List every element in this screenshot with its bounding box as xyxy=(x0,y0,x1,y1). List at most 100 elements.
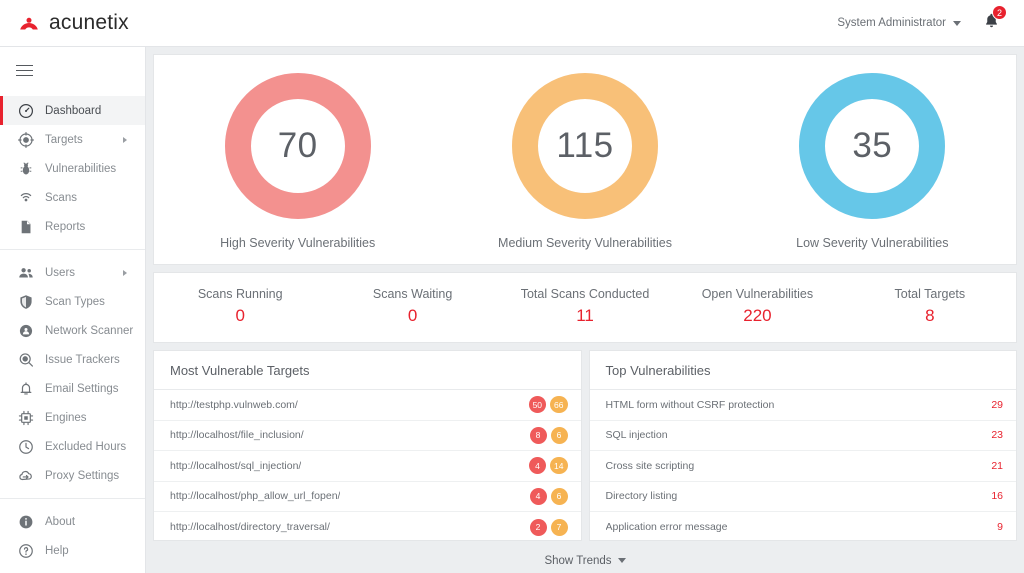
vulnerability-name: HTML form without CSRF protection xyxy=(606,399,775,411)
chevron-right-icon xyxy=(123,270,127,276)
chip-icon xyxy=(17,409,34,426)
stat-total-targets: Total Targets 8 xyxy=(844,287,1016,326)
sidebar-item-targets[interactable]: Targets xyxy=(0,125,145,154)
show-trends-button[interactable]: Show Trends xyxy=(153,548,1017,573)
stat-label: Scans Waiting xyxy=(373,287,452,301)
brand-logo[interactable]: acunetix xyxy=(18,10,129,37)
severity-badges: 2 7 xyxy=(520,519,568,536)
sidebar-item-vulnerabilities[interactable]: Vulnerabilities xyxy=(0,154,145,183)
hamburger-menu-icon[interactable] xyxy=(0,53,145,88)
donut-value: 70 xyxy=(225,73,371,219)
sidebar-item-label: Help xyxy=(45,545,69,557)
page-body: Dashboard Targets Vulnerabilities Scans Repo… xyxy=(0,47,1024,573)
sidebar-item-label: Targets xyxy=(45,134,83,146)
medium-severity-badge: 14 xyxy=(550,457,567,474)
radar-icon xyxy=(17,189,34,206)
sidebar-item-label: Scans xyxy=(45,192,77,204)
users-icon xyxy=(17,264,34,281)
vulnerability-row[interactable]: Directory listing 16 xyxy=(590,482,1017,513)
sidebar-item-label: Excluded Hours xyxy=(45,441,126,453)
sidebar-item-label: Vulnerabilities xyxy=(45,163,116,175)
donut-value: 115 xyxy=(512,73,658,219)
top-header: acunetix System Administrator 2 xyxy=(0,0,1024,47)
sidebar-item-issue-trackers[interactable]: Issue Trackers xyxy=(0,345,145,374)
sidebar-item-help[interactable]: Help xyxy=(0,536,145,565)
bottom-panels: Most Vulnerable Targets http://testphp.v… xyxy=(153,350,1017,541)
stat-label: Scans Running xyxy=(198,287,283,301)
target-row[interactable]: http://localhost/file_inclusion/ 8 6 xyxy=(154,421,581,452)
stat-value: 11 xyxy=(576,306,594,326)
sidebar-nav-group: UsersScan Types Network Scanner Issue Trac… xyxy=(0,249,145,498)
donut-label: Low Severity Vulnerabilities xyxy=(796,236,948,250)
severity-badges: 4 6 xyxy=(520,488,568,505)
high-severity-badge: 4 xyxy=(529,457,546,474)
bell-outline-icon xyxy=(17,380,34,397)
medium-severity-badge: 6 xyxy=(551,427,568,444)
donut-value: 35 xyxy=(799,73,945,219)
vulnerability-count: 29 xyxy=(991,399,1003,411)
vulnerability-count: 16 xyxy=(991,490,1003,502)
target-url: http://testphp.vulnweb.com/ xyxy=(170,399,298,411)
shield-icon xyxy=(17,293,34,310)
most-vulnerable-targets-panel: Most Vulnerable Targets http://testphp.v… xyxy=(153,350,582,541)
medium-severity-badge: 7 xyxy=(551,519,568,536)
vulnerability-row[interactable]: SQL injection 23 xyxy=(590,421,1017,452)
donut-label: Medium Severity Vulnerabilities xyxy=(498,236,672,250)
vulnerability-name: SQL injection xyxy=(606,429,668,441)
sidebar-item-users[interactable]: Users xyxy=(0,258,145,287)
sidebar-item-scans[interactable]: Scans xyxy=(0,183,145,212)
sidebar-item-label: Network Scanner xyxy=(45,325,133,337)
stat-value: 220 xyxy=(743,306,771,326)
show-trends-label: Show Trends xyxy=(544,555,611,567)
sidebar-item-dashboard[interactable]: Dashboard xyxy=(0,96,145,125)
user-menu[interactable]: System Administrator xyxy=(837,17,961,29)
top-vulnerabilities-panel: Top Vulnerabilities HTML form without CS… xyxy=(589,350,1018,541)
target-row[interactable]: http://localhost/directory_traversal/ 2 … xyxy=(154,512,581,543)
sidebar-item-email-settings[interactable]: Email Settings xyxy=(0,374,145,403)
sidebar: Dashboard Targets Vulnerabilities Scans Repo… xyxy=(0,47,146,573)
bug-icon xyxy=(17,160,34,177)
targets-list: http://testphp.vulnweb.com/ 50 66 http:/… xyxy=(154,390,581,543)
vulnerability-count-wrap: 23 xyxy=(981,429,1003,441)
sidebar-item-excluded-hours[interactable]: Excluded Hours xyxy=(0,432,145,461)
notifications-button[interactable]: 2 xyxy=(983,12,1000,34)
severity-badges: 50 66 xyxy=(519,396,568,413)
high-severity-badge: 50 xyxy=(529,396,546,413)
summary-stats-bar: Scans Running 0Scans Waiting 0Total Scan… xyxy=(153,272,1017,343)
vulnerability-count: 23 xyxy=(991,429,1003,441)
vulnerability-row[interactable]: Application error message 9 xyxy=(590,512,1017,543)
sidebar-item-reports[interactable]: Reports xyxy=(0,212,145,241)
high-severity-badge: 8 xyxy=(530,427,547,444)
target-row[interactable]: http://testphp.vulnweb.com/ 50 66 xyxy=(154,390,581,421)
target-row[interactable]: http://localhost/php_allow_url_fopen/ 4 … xyxy=(154,482,581,513)
medium-severity-badge: 6 xyxy=(551,488,568,505)
donut-label: High Severity Vulnerabilities xyxy=(220,236,375,250)
vulnerability-row[interactable]: Cross site scripting 21 xyxy=(590,451,1017,482)
sidebar-item-proxy-settings[interactable]: Proxy Settings xyxy=(0,461,145,490)
stat-value: 8 xyxy=(925,306,934,326)
target-url: http://localhost/directory_traversal/ xyxy=(170,521,330,533)
issue-tracker-icon xyxy=(17,351,34,368)
severity-badges: 8 6 xyxy=(520,427,568,444)
donut-chart: 115 xyxy=(512,73,658,219)
vulnerability-name: Directory listing xyxy=(606,490,678,502)
sidebar-item-label: About xyxy=(45,516,75,528)
stat-scans-waiting: Scans Waiting 0 xyxy=(326,287,498,326)
brand-name: acunetix xyxy=(49,11,129,35)
vulnerability-row[interactable]: HTML form without CSRF protection 29 xyxy=(590,390,1017,421)
severity-donut-charts: 70 High Severity Vulnerabilities 115 Med… xyxy=(153,54,1017,265)
caret-down-icon xyxy=(953,21,961,26)
sidebar-item-engines[interactable]: Engines xyxy=(0,403,145,432)
donut-chart: 35 xyxy=(799,73,945,219)
stat-value: 0 xyxy=(235,306,244,326)
sidebar-item-about[interactable]: About xyxy=(0,507,145,536)
high-severity-badge: 4 xyxy=(530,488,547,505)
target-url: http://localhost/php_allow_url_fopen/ xyxy=(170,490,340,502)
target-row[interactable]: http://localhost/sql_injection/ 4 14 xyxy=(154,451,581,482)
question-mark-icon xyxy=(17,542,34,559)
sidebar-item-scan-types[interactable]: Scan Types xyxy=(0,287,145,316)
high-severity-badge: 2 xyxy=(530,519,547,536)
vulnerability-count: 9 xyxy=(997,521,1003,533)
main-content: 70 High Severity Vulnerabilities 115 Med… xyxy=(146,47,1024,573)
sidebar-item-network-scanner[interactable]: Network Scanner xyxy=(0,316,145,345)
